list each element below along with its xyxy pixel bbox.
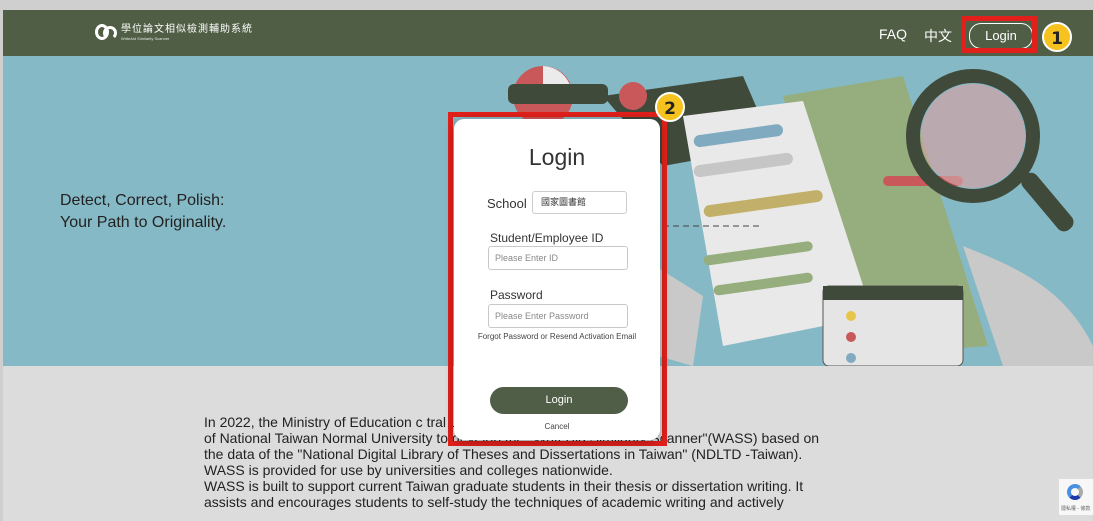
paragraph-line: WASS is built to support current Taiwan … [204,478,804,494]
id-input[interactable] [488,246,628,270]
hero-tagline: Detect, Correct, Polish: Your Path to Or… [60,190,226,234]
tagline-line-2: Your Path to Originality. [60,214,227,231]
paragraph-line: WASS is provided for use by universities… [204,462,613,478]
logo-title: 學位論文相似檢測輔助系統 [121,24,253,35]
recaptcha-text: 隱私權 - 條款 [1061,506,1091,512]
forgot-password-link[interactable]: Forgot Password or Resend Activation Ema… [454,332,660,341]
modal-title: Login [528,144,586,170]
step-badge-1: 1 [1042,22,1072,52]
language-toggle[interactable]: 中文 [924,26,952,46]
school-label: School [487,196,527,211]
recaptcha-icon [1067,484,1083,500]
school-selector[interactable]: 國家圖書館 [532,191,627,214]
faq-link[interactable]: FAQ [879,26,907,42]
site-logo[interactable]: 學位論文相似檢測輔助系統 WriteAid Similarity Scanner [95,20,253,41]
top-navbar: 學位論文相似檢測輔助系統 WriteAid Similarity Scanner… [3,10,1093,56]
logo-icon [95,22,117,40]
cancel-link[interactable]: Cancel [454,422,660,431]
password-input[interactable] [488,304,628,328]
browser-viewport: 學位論文相似檢測輔助系統 WriteAid Similarity Scanner… [3,10,1093,521]
id-label: Student/Employee ID [490,231,604,245]
login-modal: Login School 國家圖書館 Student/Employee ID P… [454,119,660,440]
tagline-line-1: Detect, Correct, Polish: [60,192,225,209]
paragraph-line: the data of the "National Digital Librar… [204,446,803,462]
modal-login-button[interactable]: Login [490,387,628,414]
step-badge-2: 2 [655,92,685,122]
paragraph-line: assists and encourages students to self-… [204,494,784,510]
recaptcha-badge[interactable]: 隱私權 - 條款 [1058,478,1094,516]
logo-subtitle: WriteAid Similarity Scanner [121,36,170,41]
password-label: Password [490,288,543,302]
highlight-login-button [961,16,1037,53]
